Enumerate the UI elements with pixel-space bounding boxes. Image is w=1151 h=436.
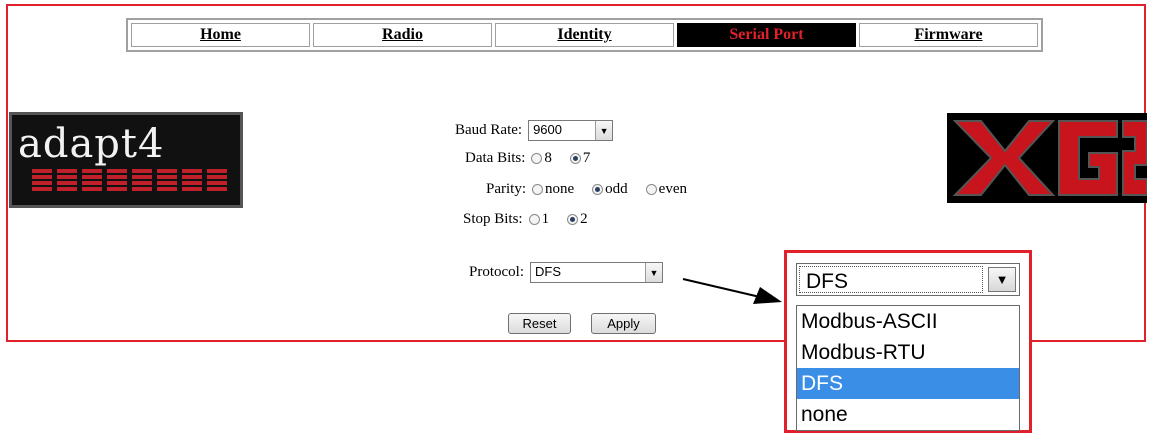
protocol-options-list: Modbus-ASCII Modbus-RTU DFS none bbox=[796, 305, 1020, 431]
option-modbus-rtu[interactable]: Modbus-RTU bbox=[797, 337, 1019, 368]
option-dfs[interactable]: DFS bbox=[797, 368, 1019, 399]
option-none[interactable]: none bbox=[797, 399, 1019, 430]
protocol-select-zoomed[interactable]: DFS ▼ bbox=[796, 263, 1020, 296]
chevron-down-icon: ▼ bbox=[988, 267, 1016, 292]
protocol-zoomed-value: DFS bbox=[799, 266, 983, 293]
protocol-dropdown-callout: DFS ▼ Modbus-ASCII Modbus-RTU DFS none bbox=[784, 250, 1032, 433]
option-modbus-ascii[interactable]: Modbus-ASCII bbox=[797, 306, 1019, 337]
